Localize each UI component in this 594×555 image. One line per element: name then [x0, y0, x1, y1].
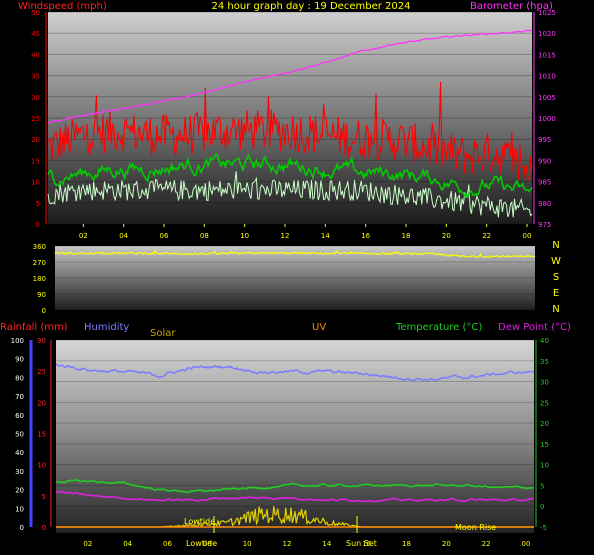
panel1-x-tick-label: 02 — [79, 232, 88, 240]
humidity-tick-label: 70 — [15, 393, 24, 401]
compass-label: W — [551, 256, 561, 267]
panel1-x-tick-label: 12 — [281, 232, 290, 240]
windspeed-tick-label: 15 — [31, 157, 40, 165]
direction-tick-label: 360 — [33, 243, 46, 251]
panel3-x-tick-label: 06 — [163, 540, 172, 548]
barometer-tick-label: 1010 — [538, 73, 556, 81]
temperature-tick-label: 10 — [540, 462, 549, 470]
humidity-tick-label: 50 — [15, 431, 24, 439]
humidity-tick-label: 10 — [15, 505, 24, 513]
chart-title: 24 hour graph day : 19 December 2024 — [212, 1, 411, 12]
barometer-tick-label: 1020 — [538, 30, 556, 38]
weather-graph: 24 hour graph day : 19 December 2024 Win… — [0, 1, 571, 548]
temperature-tick-label: 30 — [540, 379, 549, 387]
panel1-x-tick-label: 10 — [240, 232, 249, 240]
windspeed-tick-label: 5 — [36, 200, 40, 208]
dewpoint-axis-label: Dew Point (°C) — [498, 322, 571, 333]
direction-tick-label: 0 — [42, 307, 46, 315]
rainfall-tick-label: 0 — [42, 524, 46, 532]
panel3-x-tick-label: 22 — [482, 540, 491, 548]
event-moonrise: Moon Rise — [455, 523, 496, 532]
humidity-tick-label: 80 — [15, 374, 24, 382]
windspeed-tick-label: 30 — [31, 94, 40, 102]
windspeed-tick-label: 10 — [31, 179, 40, 187]
rainfall-tick-label: 5 — [42, 493, 46, 501]
windspeed-tick-label: 40 — [31, 51, 40, 59]
panel3-x-tick-label: 00 — [522, 540, 531, 548]
barometer-tick-label: 990 — [538, 157, 551, 165]
barometer-tick-label: 1025 — [538, 9, 556, 17]
panel1-x-tick-label: 08 — [200, 232, 209, 240]
panel1-x-tick-label: 04 — [119, 232, 128, 240]
barometer-tick-label: 975 — [538, 221, 551, 229]
solar-axis-label: Solar — [150, 328, 176, 339]
rainfall-tick-label: 15 — [37, 431, 46, 439]
windspeed-tick-label: 20 — [31, 136, 40, 144]
windspeed-tick-label: 50 — [31, 9, 40, 17]
panel1-x-tick-label: 06 — [160, 232, 169, 240]
direction-tick-label: 180 — [33, 275, 46, 283]
panel3-x-tick-label: 04 — [123, 540, 132, 548]
barometer-tick-label: 985 — [538, 179, 551, 187]
temperature-tick-label: 5 — [540, 482, 544, 490]
panel1-x-tick-label: 18 — [402, 232, 411, 240]
humidity-tick-label: 60 — [15, 412, 24, 420]
windspeed-tick-label: 35 — [31, 73, 40, 81]
panel3-x-tick-label: 14 — [322, 540, 331, 548]
rainfall-axis-label: Rainfall (mm) — [0, 322, 68, 333]
barometer-tick-label: 1000 — [538, 115, 556, 123]
panel3-x-tick-label: 18 — [402, 540, 411, 548]
panel1-x-tick-label: 14 — [321, 232, 330, 240]
temperature-axis-label: Temperature (°C) — [395, 322, 482, 333]
compass-label: N — [552, 304, 559, 315]
rainfall-tick-label: 25 — [37, 368, 46, 376]
humidity-tick-label: 100 — [11, 337, 24, 345]
panel1-x-tick-label: 16 — [361, 232, 370, 240]
temperature-tick-label: 15 — [540, 441, 549, 449]
panel1-x-tick-label: 00 — [523, 232, 532, 240]
panel3-plot-area — [56, 340, 534, 533]
barometer-tick-label: 995 — [538, 136, 551, 144]
temperature-tick-label: 35 — [540, 358, 549, 366]
temperature-tick-label: -5 — [540, 524, 547, 532]
event-lowtide-2: Lowtide — [186, 539, 217, 548]
barometer-tick-label: 1005 — [538, 94, 556, 102]
compass-label: E — [553, 288, 559, 299]
direction-tick-label: 270 — [33, 259, 46, 267]
barometer-tick-label: 1015 — [538, 51, 556, 59]
direction-tick-label: 90 — [37, 291, 46, 299]
temperature-tick-label: 0 — [540, 503, 544, 511]
panel3-x-tick-label: 02 — [83, 540, 92, 548]
rainfall-tick-label: 20 — [37, 399, 46, 407]
panel3-x-tick-label: 08 — [203, 540, 212, 548]
barometer-tick-label: 980 — [538, 200, 551, 208]
temperature-tick-label: 20 — [540, 420, 549, 428]
rainfall-tick-label: 10 — [37, 462, 46, 470]
rainfall-tick-label: 30 — [37, 337, 46, 345]
humidity-tick-label: 20 — [15, 487, 24, 495]
panel3-x-tick-label: 12 — [283, 540, 292, 548]
panel1-x-tick-label: 22 — [482, 232, 491, 240]
windspeed-tick-label: 0 — [36, 221, 40, 229]
compass-label: N — [552, 240, 559, 251]
windspeed-tick-label: 45 — [31, 30, 40, 38]
panel3-x-tick-label: 16 — [362, 540, 371, 548]
humidity-axis-label: Humidity — [84, 322, 129, 333]
panel3-x-tick-label: 20 — [442, 540, 451, 548]
windspeed-tick-label: 25 — [31, 115, 40, 123]
temperature-tick-label: 25 — [540, 399, 549, 407]
humidity-tick-label: 90 — [15, 356, 24, 364]
humidity-tick-label: 30 — [15, 468, 24, 476]
panel1-x-tick-label: 20 — [442, 232, 451, 240]
humidity-tick-label: 0 — [20, 524, 24, 532]
uv-axis-label: UV — [312, 322, 326, 333]
panel3-x-tick-label: 10 — [243, 540, 252, 548]
temperature-tick-label: 40 — [540, 337, 549, 345]
compass-label: S — [553, 272, 559, 283]
humidity-tick-label: 40 — [15, 449, 24, 457]
event-lowtide-1: Lowtide — [184, 517, 215, 526]
